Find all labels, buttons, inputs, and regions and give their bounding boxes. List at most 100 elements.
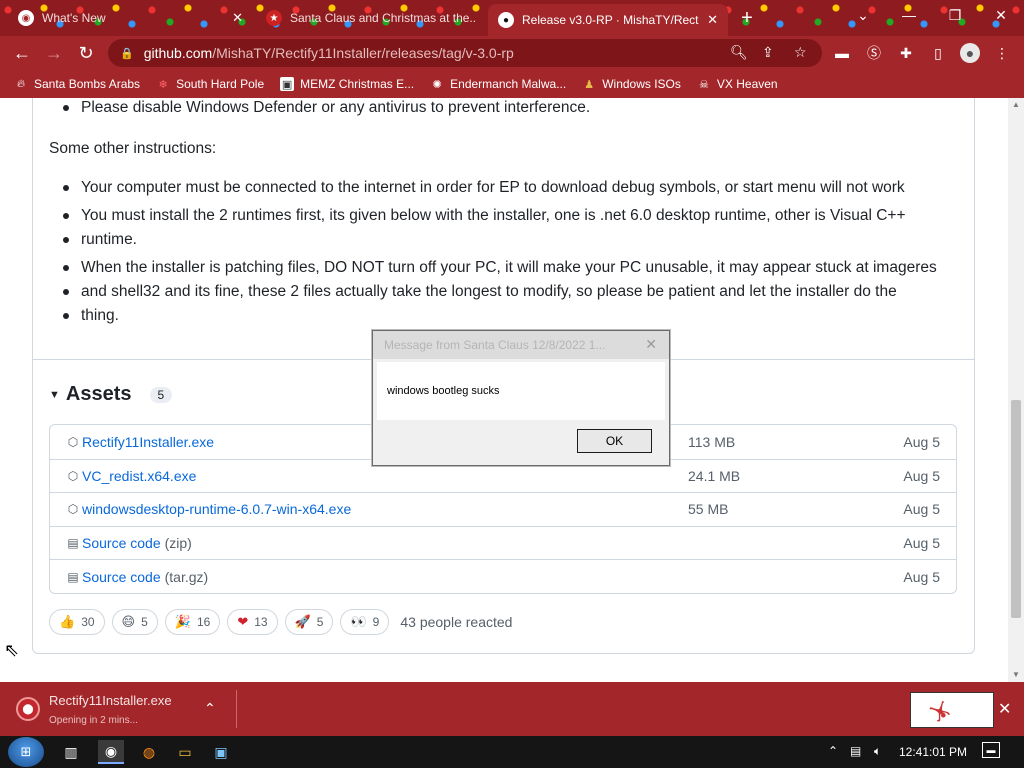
menu-kebab-icon[interactable]: ⋮ (992, 43, 1012, 63)
volume-icon[interactable]: 🔈︎ (874, 744, 881, 759)
overlay-animation-image: 🤸︎ (910, 692, 994, 728)
asset-format[interactable]: (zip) (165, 535, 192, 551)
assets-title: Assets (65, 383, 132, 405)
reaction-heart[interactable]: ❤ 13 (227, 609, 278, 635)
asset-row: ⬡ windowsdesktop-runtime-6.0.7-win-x64.e… (50, 492, 956, 526)
asset-link[interactable]: Source code (82, 535, 161, 551)
mouse-cursor-icon: ⇖ (4, 640, 20, 660)
asset-date: Aug 5 (903, 535, 940, 552)
asset-format[interactable]: (tar.gz) (165, 569, 209, 585)
download-status: Opening in 2 mins... (49, 715, 138, 726)
reaction-laugh[interactable]: 😄 5 (111, 609, 158, 635)
file-zip-icon: ▤ (67, 569, 79, 584)
flag-extension-icon[interactable]: ▬ (832, 43, 852, 63)
bookmark-vx-heaven[interactable]: ☠ VX Heaven (697, 77, 778, 91)
asset-row: ▤ Source code (tar.gz) Aug 5 (50, 559, 956, 593)
person-icon: ♟ (584, 78, 595, 91)
tab-search-button[interactable]: ⌄ (840, 0, 886, 30)
tab-whats-new[interactable]: ◉ What's New ✕ (8, 4, 253, 32)
bookmark-star-icon[interactable]: ☆ (794, 44, 807, 61)
minimize-button[interactable]: — (886, 0, 932, 30)
extensions-puzzle-icon[interactable]: ✚ (896, 43, 916, 63)
asset-date: Aug 5 (903, 467, 940, 484)
github-icon: ● (498, 12, 514, 28)
asset-date: Aug 5 (903, 501, 940, 518)
thumbs-up-icon: 👍 (59, 614, 76, 629)
extension-s-icon[interactable]: Ⓢ (864, 43, 884, 63)
tray-chevron-up-icon[interactable]: ⌃ (828, 744, 838, 758)
bookmark-endermanch[interactable]: ✺ Endermanch Malwa... (430, 77, 567, 91)
task-view-icon[interactable]: ▥ (58, 740, 84, 764)
bookmark-windows-isos[interactable]: ♟ Windows ISOs (582, 77, 681, 91)
package-icon: ⬡ (67, 502, 79, 517)
asset-link[interactable]: VC_redist.x64.exe (82, 468, 196, 484)
windows-logo-icon: ⊞ (20, 744, 32, 759)
profile-avatar[interactable]: ● (960, 43, 980, 63)
forward-arrow-icon: → (45, 42, 63, 63)
close-icon[interactable]: ✕ (998, 699, 1011, 719)
start-button[interactable]: ⊞ (8, 737, 44, 767)
reaction-eyes[interactable]: 👀 9 (340, 609, 390, 635)
reactions-summary: 43 people reacted (400, 614, 513, 630)
alert-dialog: Message from Santa Claus 12/8/2022 1... … (372, 330, 670, 466)
bookmark-memz[interactable]: ▣ MEMZ Christmas E... (280, 77, 414, 91)
zoom-icon[interactable]: 🔍︎ (730, 44, 748, 61)
heart-icon: ❤ (237, 614, 249, 629)
new-tab-button[interactable]: + (732, 4, 762, 32)
asset-link[interactable]: Rectify11Installer.exe (82, 434, 214, 450)
creature-icon: ✺ (432, 78, 442, 91)
dialog-title-bar: Message from Santa Claus 12/8/2022 1... … (373, 331, 669, 359)
firefox-taskbar-icon[interactable]: ◍ (136, 740, 162, 764)
scroll-up-icon[interactable]: ▲ (1012, 100, 1020, 109)
restore-button[interactable]: ❐ (932, 0, 978, 30)
page-scrollbar[interactable]: ▲ ▼ (1008, 98, 1024, 682)
tab-title: What's New (42, 11, 106, 25)
url-path: /MishaTY/Rectify11Installer/releases/tag… (212, 45, 514, 61)
file-explorer-icon[interactable]: ▭ (172, 740, 198, 764)
chevron-up-icon[interactable]: ⌃ (204, 700, 216, 717)
assets-count-badge: 5 (149, 386, 173, 403)
scrollbar-thumb[interactable] (1011, 400, 1021, 618)
bookmark-label: Windows ISOs (602, 77, 681, 91)
fire-icon: 🔥︎ (16, 77, 26, 90)
asset-size: 55 MB (688, 501, 729, 518)
share-icon[interactable]: ⇪ (762, 44, 774, 61)
reaction-count: 13 (254, 615, 268, 629)
scroll-down-icon[interactable]: ▼ (1012, 670, 1020, 679)
close-icon[interactable]: ✕ (707, 12, 718, 28)
tab-release[interactable]: ● Release v3.0-RP · MishaTY/Rectif... ✕ (488, 4, 728, 36)
plus-icon: + (741, 6, 753, 29)
chrome-taskbar-icon[interactable]: ◉ (98, 740, 124, 764)
close-icon[interactable]: ✕ (645, 336, 657, 353)
back-button[interactable]: ← (10, 41, 34, 65)
asset-link[interactable]: windowsdesktop-runtime-6.0.7-win-x64.exe (82, 501, 351, 517)
window-app-icon[interactable]: ▣ (208, 740, 234, 764)
reaction-thumbs-up[interactable]: 👍 30 (49, 609, 105, 635)
side-panel-icon[interactable]: ▯ (928, 43, 948, 63)
restore-icon: ❐ (948, 6, 962, 23)
reaction-count: 16 (196, 615, 211, 629)
asset-link[interactable]: Source code (82, 569, 161, 585)
back-arrow-icon: ← (13, 42, 31, 63)
bookmark-santa-bombs[interactable]: 🔥︎ Santa Bombs Arabs (14, 77, 140, 91)
notification-icon[interactable]: ▬ (982, 742, 1000, 758)
rocket-icon: 🚀 (294, 614, 311, 629)
download-filename[interactable]: Rectify11Installer.exe (49, 693, 172, 708)
ok-button[interactable]: OK (577, 429, 652, 453)
address-bar[interactable]: 🔒 github.com/MishaTY/Rectify11Installer/… (108, 39, 822, 67)
assets-toggle[interactable]: ▼ Assets 5 (49, 383, 173, 406)
reload-button[interactable]: ↻ (74, 41, 98, 65)
tab-santa-claus[interactable]: ★ Santa Claus and Christmas at the... (256, 4, 486, 32)
network-icon[interactable]: ▤ (850, 744, 861, 758)
bookmark-south-hard-pole[interactable]: ❄ South Hard Pole (156, 77, 264, 91)
taskbar-clock[interactable]: 12:41:01 PM (899, 745, 967, 759)
close-icon[interactable]: ✕ (232, 10, 243, 26)
close-window-button[interactable]: ✕ (978, 0, 1024, 30)
reaction-hooray[interactable]: 🎉 16 (164, 609, 221, 635)
asset-date: Aug 5 (903, 568, 940, 585)
package-icon: ⬡ (67, 434, 79, 449)
dialog-body: windows bootleg sucks (377, 362, 665, 420)
forward-button[interactable]: → (42, 41, 66, 65)
reaction-rocket[interactable]: 🚀 5 (284, 609, 334, 635)
dialog-message: windows bootleg sucks (387, 385, 500, 397)
